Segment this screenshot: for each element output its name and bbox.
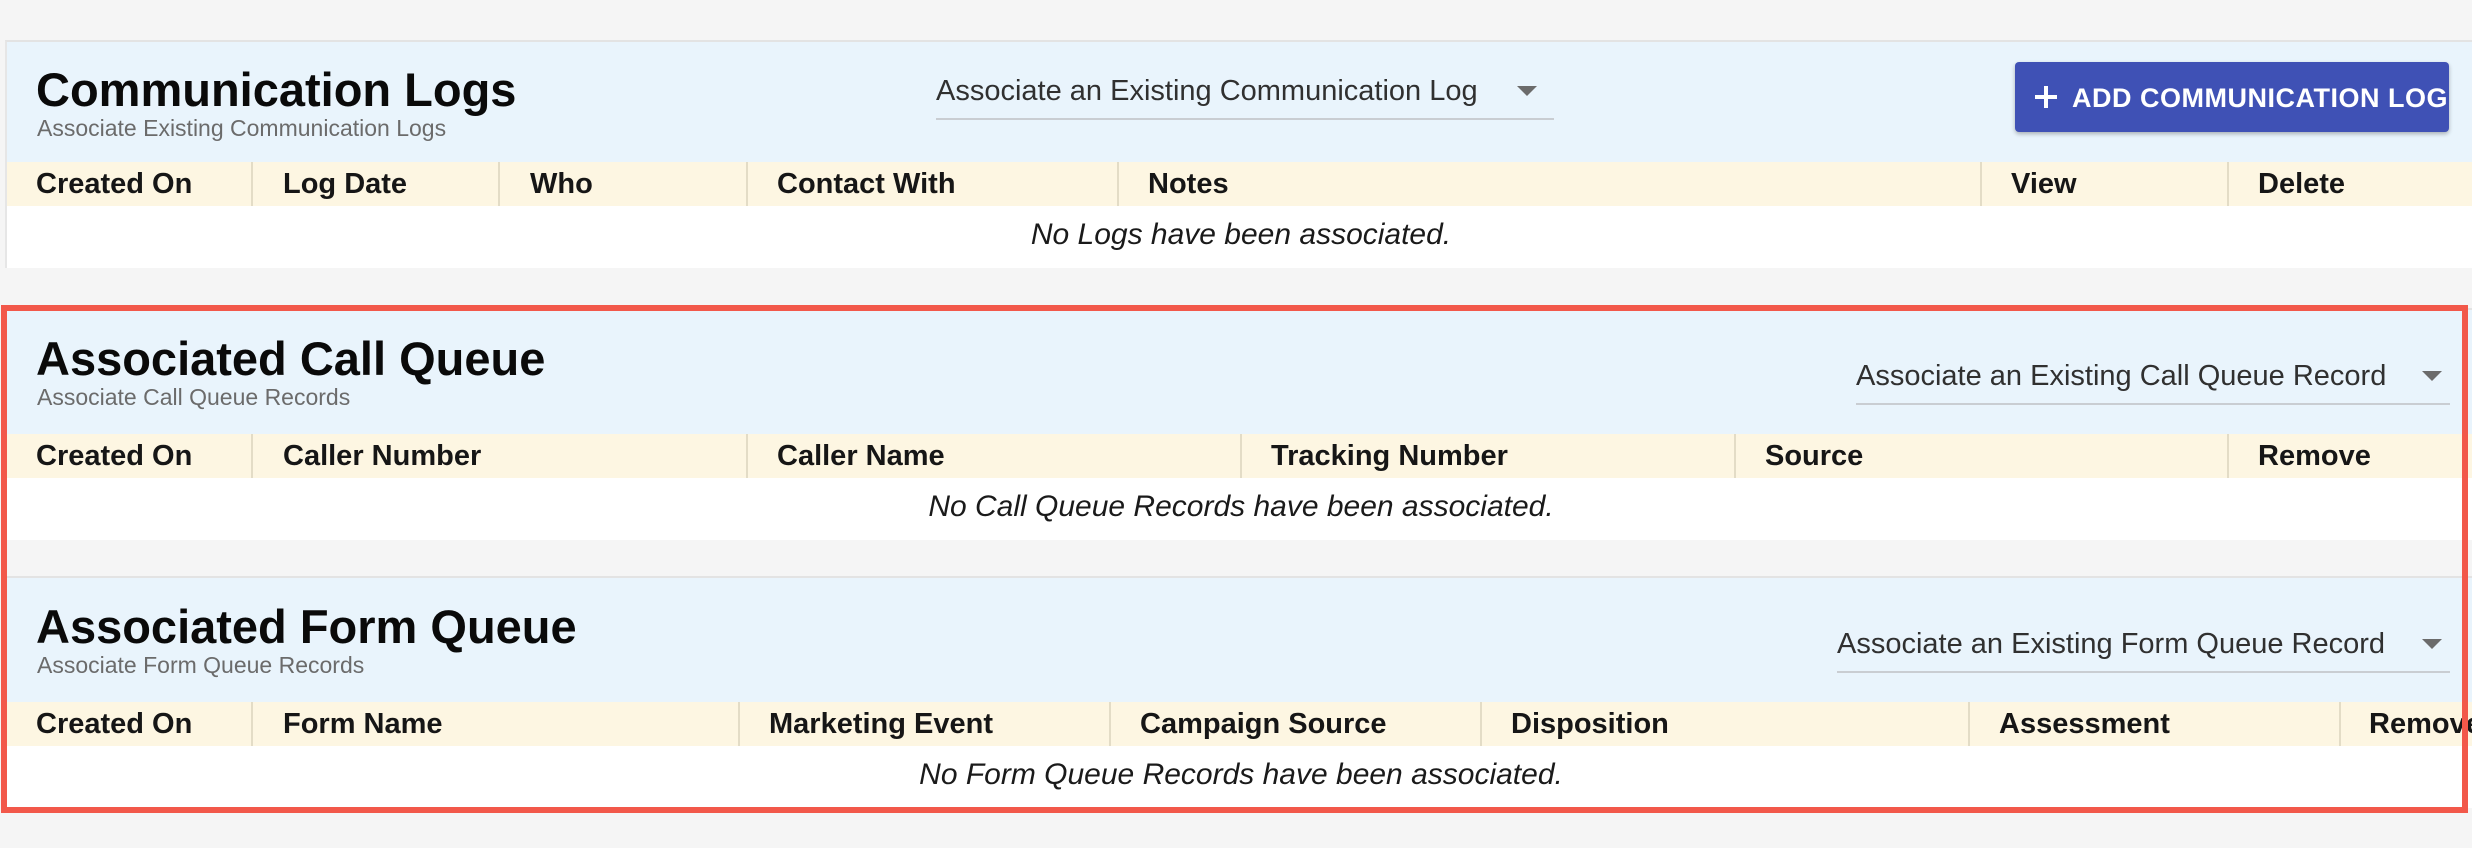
- call-queue-subtitle: Associate Call Queue Records: [37, 384, 351, 410]
- form-queue-panel: Associated Form Queue Associate Form Que…: [5, 576, 2472, 808]
- column-divider: [498, 162, 500, 206]
- column-divider: [1109, 702, 1111, 746]
- form-queue-title: Associated Form Queue: [36, 600, 577, 653]
- column-header[interactable]: Created On: [36, 702, 192, 746]
- caret-down-icon: [1517, 86, 1537, 96]
- column-header[interactable]: View: [2011, 162, 2077, 206]
- column-header[interactable]: Disposition: [1511, 702, 1669, 746]
- column-header[interactable]: Caller Name: [777, 434, 945, 478]
- column-divider: [251, 162, 253, 206]
- select-value: Associate an Existing Form Queue Record: [1837, 628, 2386, 660]
- column-header[interactable]: Notes: [1148, 162, 1229, 206]
- add-button-label: ADD COMMUNICATION LOG: [2072, 83, 2448, 113]
- call-queue-title: Associated Call Queue: [36, 332, 546, 385]
- column-divider: [2227, 434, 2229, 478]
- associate-form-queue-select[interactable]: Associate an Existing Form Queue Record: [1837, 621, 2450, 673]
- empty-row: No Form Queue Records have been associat…: [7, 746, 2472, 806]
- associate-communication-log-select[interactable]: Associate an Existing Communication Log: [936, 68, 1554, 120]
- column-header[interactable]: Source: [1765, 434, 1863, 478]
- column-header[interactable]: Caller Number: [283, 434, 481, 478]
- column-divider: [1117, 162, 1119, 206]
- form-queue-header: Associated Form Queue Associate Form Que…: [7, 578, 2472, 702]
- plus-icon: [2035, 86, 2057, 108]
- form-queue-table-header: Created On Form Name Marketing Event Cam…: [7, 702, 2472, 746]
- column-header[interactable]: Assessment: [1999, 702, 2170, 746]
- column-header[interactable]: Form Name: [283, 702, 443, 746]
- column-header[interactable]: Campaign Source: [1140, 702, 1387, 746]
- column-header[interactable]: Remove: [2369, 702, 2472, 746]
- column-divider: [251, 702, 253, 746]
- column-header[interactable]: Created On: [36, 162, 192, 206]
- empty-message: No Logs have been associated.: [1030, 218, 1452, 251]
- column-divider: [738, 702, 740, 746]
- call-queue-panel: Associated Call Queue Associate Call Que…: [5, 308, 2472, 540]
- empty-message: No Call Queue Records have been associat…: [928, 490, 1554, 523]
- associate-call-queue-select[interactable]: Associate an Existing Call Queue Record: [1856, 353, 2450, 405]
- column-header[interactable]: Contact With: [777, 162, 956, 206]
- column-header[interactable]: Remove: [2258, 434, 2371, 478]
- column-divider: [1734, 434, 1736, 478]
- column-divider: [1968, 702, 1970, 746]
- column-divider: [746, 434, 748, 478]
- communication-logs-header: Communication Logs Associate Existing Co…: [7, 42, 2472, 162]
- caret-down-icon: [2422, 371, 2442, 381]
- call-queue-table-header: Created On Caller Number Caller Name Tra…: [7, 434, 2472, 478]
- column-header[interactable]: Log Date: [283, 162, 407, 206]
- column-divider: [1980, 162, 1982, 206]
- empty-message: No Form Queue Records have been associat…: [919, 758, 1563, 791]
- communication-logs-panel: Communication Logs Associate Existing Co…: [5, 40, 2472, 268]
- call-queue-header: Associated Call Queue Associate Call Que…: [7, 310, 2472, 434]
- empty-row: No Logs have been associated.: [7, 206, 2472, 266]
- column-header[interactable]: Delete: [2258, 162, 2345, 206]
- column-divider: [1240, 434, 1242, 478]
- column-divider: [2339, 702, 2341, 746]
- column-header[interactable]: Tracking Number: [1271, 434, 1508, 478]
- select-value: Associate an Existing Communication Log: [936, 75, 1478, 107]
- form-queue-subtitle: Associate Form Queue Records: [37, 652, 365, 678]
- empty-row: No Call Queue Records have been associat…: [7, 478, 2472, 538]
- column-divider: [2227, 162, 2229, 206]
- column-divider: [746, 162, 748, 206]
- column-divider: [251, 434, 253, 478]
- column-divider: [1480, 702, 1482, 746]
- select-value: Associate an Existing Call Queue Record: [1856, 360, 2387, 392]
- caret-down-icon: [2422, 639, 2442, 649]
- communication-logs-subtitle: Associate Existing Communication Logs: [37, 115, 447, 141]
- column-header[interactable]: Who: [530, 162, 593, 206]
- page: Communication Logs Associate Existing Co…: [0, 0, 2472, 848]
- communication-logs-table-header: Created On Log Date Who Contact With Not…: [7, 162, 2472, 206]
- column-header[interactable]: Marketing Event: [769, 702, 993, 746]
- column-header[interactable]: Created On: [36, 434, 192, 478]
- communication-logs-title: Communication Logs: [36, 63, 517, 116]
- add-communication-log-button[interactable]: ADD COMMUNICATION LOG: [2015, 62, 2449, 132]
